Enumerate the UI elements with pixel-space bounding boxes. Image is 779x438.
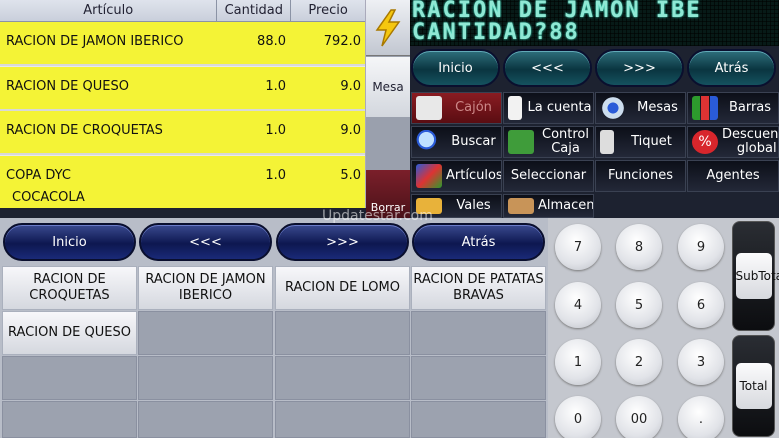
numpad-key-0[interactable]: 0 [555, 396, 601, 438]
empty-product-slot[interactable] [138, 311, 273, 355]
product-button[interactable]: RACION DE QUESO [2, 311, 137, 355]
flash-button[interactable] [366, 0, 410, 56]
lightning-icon [375, 8, 401, 46]
order-table-header: Artículo Cantidad Precio [0, 0, 365, 22]
watermark: Updatestar.com [322, 208, 433, 224]
order-table: Artículo Cantidad Precio RACION DE JAMON… [0, 0, 366, 208]
top-back-button[interactable]: Atrás [687, 49, 776, 87]
cash-drawer-icon [416, 96, 442, 120]
cash-control-button[interactable]: Control Caja [503, 126, 594, 158]
empty-product-slot[interactable] [138, 401, 273, 438]
column-header-quantity[interactable]: Cantidad [217, 0, 292, 21]
money-icon [508, 130, 534, 154]
ticket-button[interactable]: Tiquet [595, 126, 686, 158]
product-button[interactable]: RACION DE CROQUETAS [2, 266, 137, 310]
order-row[interactable]: RACION DE QUESO 1.0 9.0 [0, 67, 365, 111]
order-row-article: RACION DE QUESO [6, 79, 129, 94]
order-row-quantity: 1.0 [265, 168, 286, 183]
numpad-key-2[interactable]: 2 [616, 339, 662, 385]
mesa-tab[interactable]: Mesa [366, 57, 410, 117]
numpad-key-8[interactable]: 8 [616, 224, 662, 270]
tables-button[interactable]: Mesas [595, 92, 686, 124]
order-row-quantity: 88.0 [257, 34, 286, 49]
empty-product-slot[interactable] [411, 401, 546, 438]
empty-product-slot[interactable] [411, 356, 546, 400]
top-prev-button[interactable]: <<< [503, 49, 592, 87]
empty-product-slot[interactable] [138, 356, 273, 400]
product-button[interactable]: RACION DE JAMON IBERICO [138, 266, 273, 310]
numpad-key-9[interactable]: 9 [678, 224, 724, 270]
search-button[interactable]: Buscar [411, 126, 502, 158]
top-next-button[interactable]: >>> [595, 49, 684, 87]
global-discount-button[interactable]: % Descuento global [687, 126, 779, 158]
display-line-2: CANTIDAD?88 [412, 20, 580, 45]
bar-chart-icon [692, 96, 718, 120]
numpad-key-3[interactable]: 3 [678, 339, 724, 385]
ticket-icon [600, 130, 614, 154]
product-button[interactable]: RACION DE LOMO [275, 266, 410, 310]
percent-icon: % [692, 130, 718, 154]
column-header-price[interactable]: Precio [291, 0, 365, 21]
select-button[interactable]: Seleccionar [503, 160, 594, 192]
pos-screen: Artículo Cantidad Precio RACION DE JAMON… [0, 0, 779, 438]
bottom-prev-button[interactable]: <<< [139, 223, 272, 261]
agents-button[interactable]: Agentes [687, 160, 779, 192]
empty-product-slot[interactable] [275, 311, 410, 355]
magnifier-icon [416, 130, 442, 154]
empty-product-slot[interactable] [275, 356, 410, 400]
led-display: RACION DE JAMON IBE CANTIDAD?88 [410, 0, 779, 46]
order-row-article: RACION DE CROQUETAS [6, 123, 163, 138]
numpad-key-decimal[interactable]: . [678, 396, 724, 438]
empty-product-slot[interactable] [2, 401, 137, 438]
numpad-key-1[interactable]: 1 [555, 339, 601, 385]
numpad-key-4[interactable]: 4 [555, 282, 601, 328]
column-header-article[interactable]: Artículo [0, 0, 218, 21]
bottom-next-button[interactable]: >>> [276, 223, 409, 261]
receipt-icon [508, 96, 522, 120]
empty-product-slot[interactable] [411, 311, 546, 355]
order-row[interactable]: COPA DYC 1.0 5.0 COCACOLA [0, 156, 365, 208]
numpad-key-7[interactable]: 7 [555, 224, 601, 270]
order-row-quantity: 1.0 [265, 79, 286, 94]
cash-drawer-button[interactable]: Cajón [411, 92, 502, 124]
side-tool-column: Mesa Borrar [366, 0, 410, 218]
articles-icon [416, 164, 442, 188]
display-line-1: RACION DE JAMON IBE [412, 0, 702, 23]
order-row-modifier: COCACOLA [12, 190, 85, 205]
order-row-price: 792.0 [323, 34, 361, 49]
bars-button[interactable]: Barras [687, 92, 779, 124]
order-row-price: 9.0 [340, 123, 361, 138]
bill-button[interactable]: La cuenta [503, 92, 594, 124]
eye-icon [600, 96, 626, 120]
bottom-start-button[interactable]: Inicio [3, 223, 136, 261]
order-row-price: 9.0 [340, 79, 361, 94]
order-row-quantity: 1.0 [265, 123, 286, 138]
numpad-key-00[interactable]: 00 [616, 396, 662, 438]
subtotal-label: SubTotal [735, 253, 779, 299]
order-row-price: 5.0 [340, 168, 361, 183]
total-label: Total [735, 363, 772, 409]
product-button[interactable]: RACION DE PATATAS BRAVAS [411, 266, 546, 310]
order-row[interactable]: RACION DE CROQUETAS 1.0 9.0 [0, 111, 365, 155]
numpad-key-5[interactable]: 5 [616, 282, 662, 328]
top-start-button[interactable]: Inicio [411, 49, 500, 87]
order-row-article: COPA DYC [6, 168, 71, 183]
order-row[interactable]: RACION DE JAMON IBERICO 88.0 792.0 [0, 22, 365, 66]
boxes-icon [508, 198, 534, 214]
articles-button[interactable]: Artículos [411, 160, 502, 192]
functions-button[interactable]: Funciones [595, 160, 686, 192]
warehouse-button[interactable]: Almacen [503, 194, 594, 218]
total-button[interactable]: Total [732, 335, 775, 437]
bottom-back-button[interactable]: Atrás [412, 223, 545, 261]
order-row-article: RACION DE JAMON IBERICO [6, 34, 184, 49]
empty-product-slot[interactable] [275, 401, 410, 438]
subtotal-button[interactable]: SubTotal [732, 221, 779, 331]
numpad-key-6[interactable]: 6 [678, 282, 724, 328]
empty-product-slot[interactable] [2, 356, 137, 400]
